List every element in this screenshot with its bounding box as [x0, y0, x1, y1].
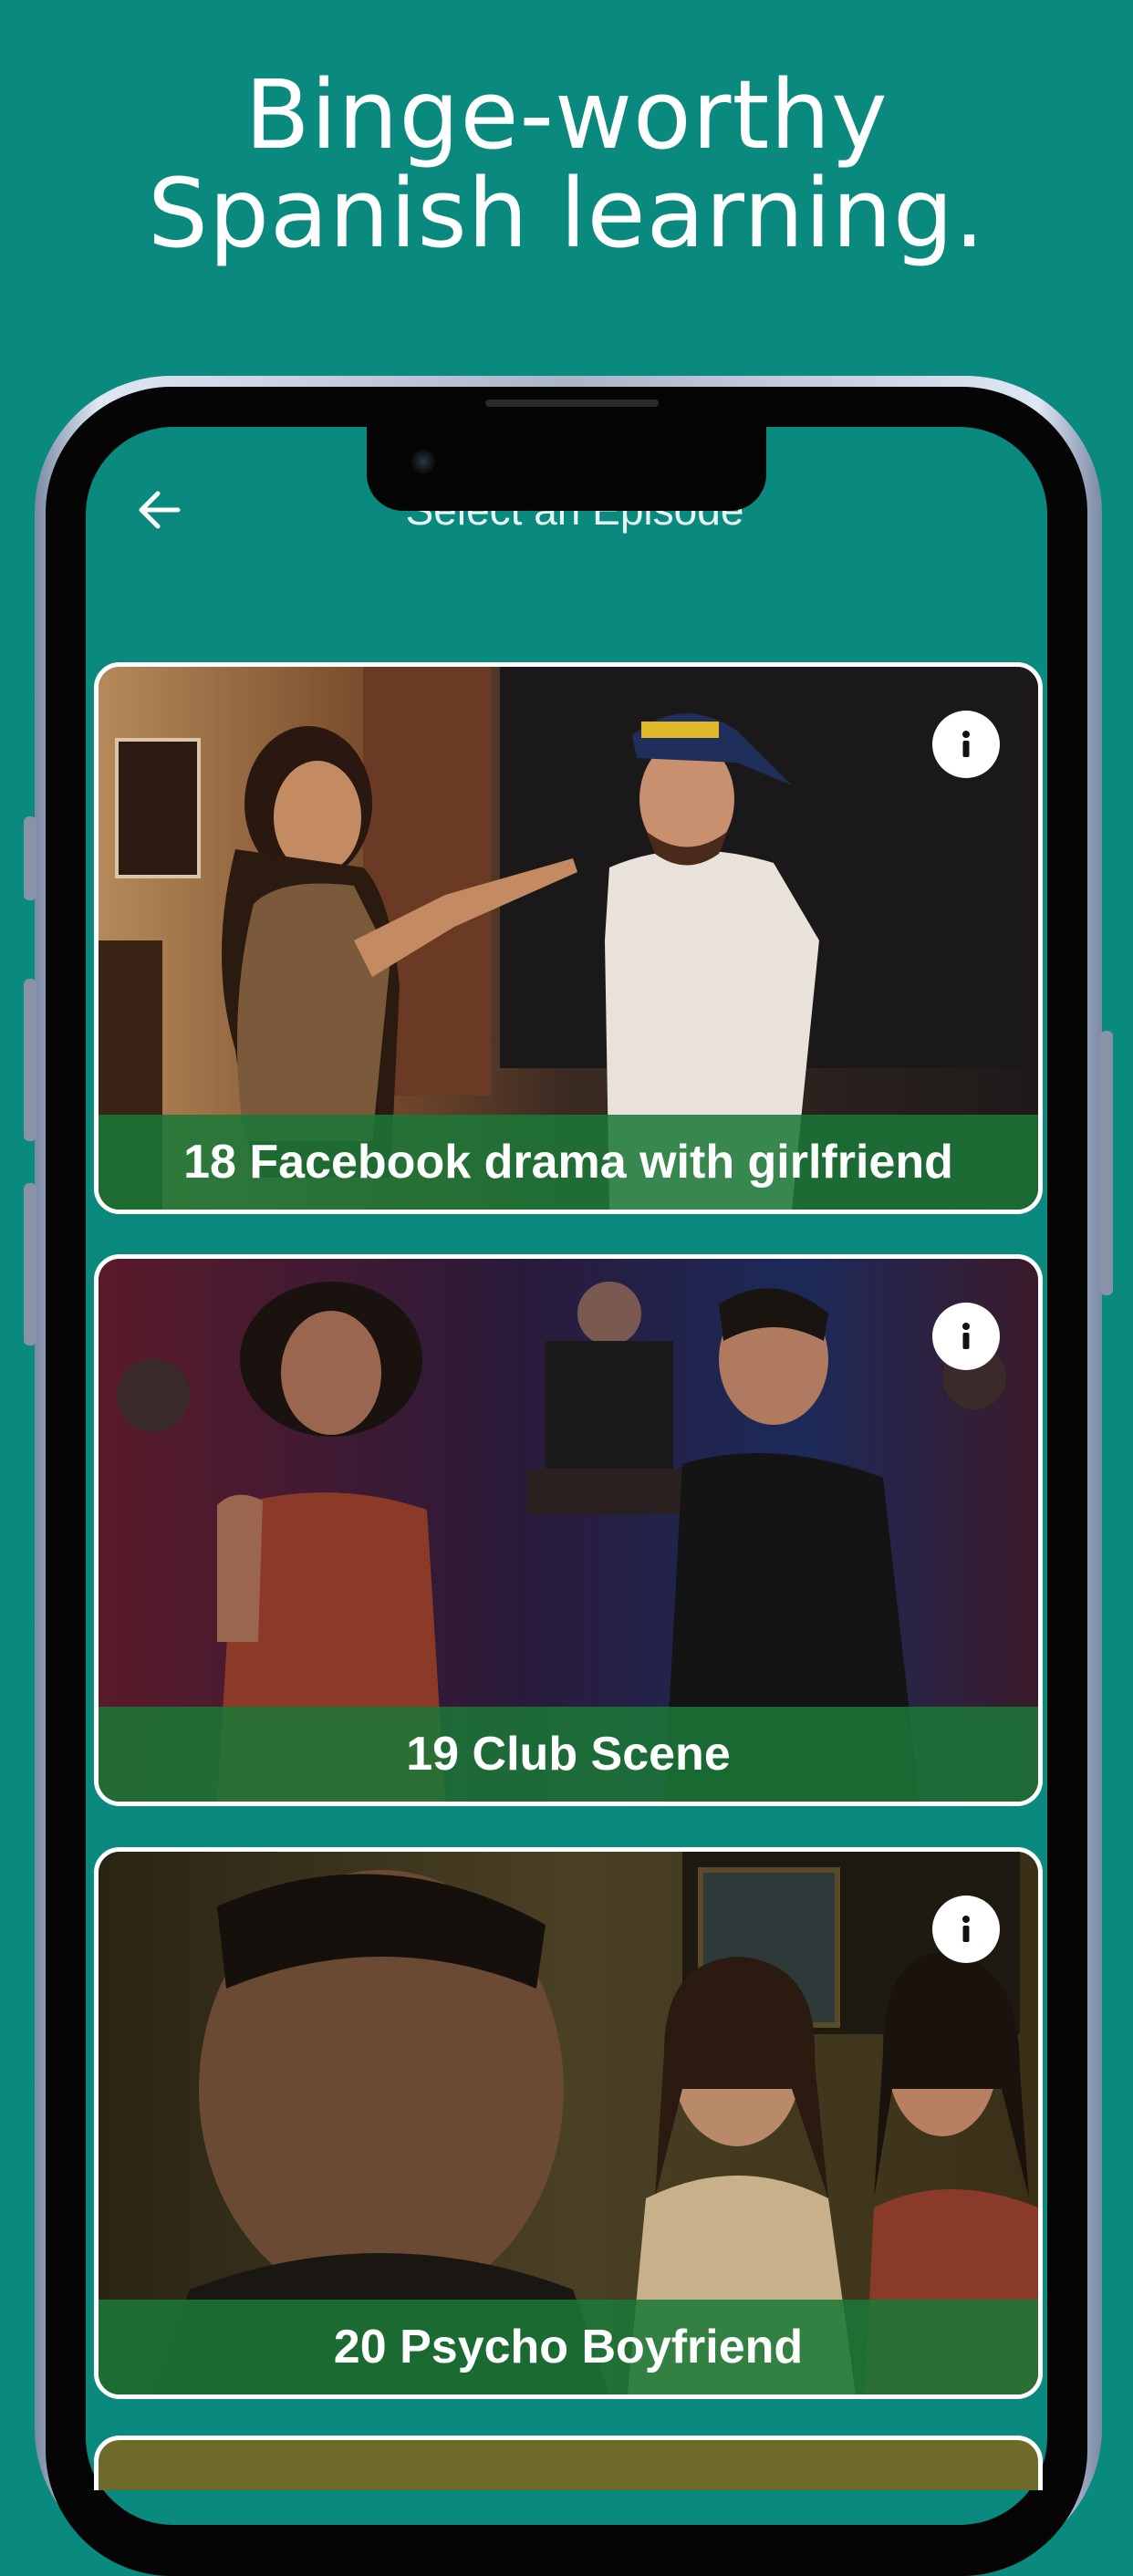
front-camera — [411, 450, 435, 473]
arrow-left-icon — [139, 491, 181, 529]
mute-switch — [24, 816, 36, 900]
info-icon — [962, 731, 970, 757]
episode-info-button[interactable] — [932, 1303, 1000, 1370]
speaker-grille — [485, 400, 659, 407]
info-icon — [962, 1323, 970, 1349]
episode-card[interactable]: 20 Psycho Boyfriend — [94, 1847, 1043, 2399]
episode-title: 18 Facebook drama with girlfriend — [99, 1115, 1038, 1210]
episode-card-partial[interactable] — [94, 2436, 1043, 2490]
episode-title: 19 Club Scene — [99, 1707, 1038, 1802]
info-icon — [962, 1916, 970, 1942]
episode-info-button[interactable] — [932, 711, 1000, 778]
episode-info-button[interactable] — [932, 1896, 1000, 1963]
episode-title: 20 Psycho Boyfriend — [99, 2300, 1038, 2394]
marketing-headline: Binge-worthy Spanish learning. — [0, 66, 1133, 263]
episode-card[interactable]: 19 Club Scene — [94, 1254, 1043, 1806]
episode-card[interactable]: 18 Facebook drama with girlfriend — [94, 662, 1043, 1214]
back-button[interactable] — [128, 478, 192, 542]
volume-down-button — [24, 1183, 36, 1345]
volume-up-button — [24, 979, 36, 1141]
headline-line-1: Binge-worthy — [244, 59, 889, 171]
headline-line-2: Spanish learning. — [147, 158, 986, 269]
power-button — [1100, 1031, 1113, 1295]
